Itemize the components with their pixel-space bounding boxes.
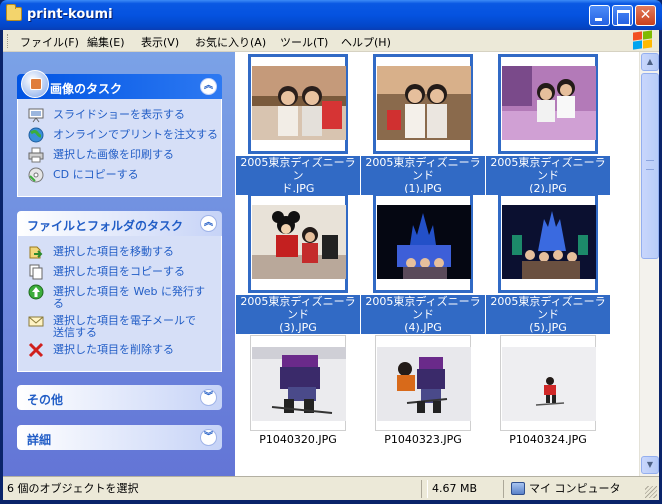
printer-icon [28, 147, 44, 163]
file-label[interactable]: 2005東京ディズニーランド (2).JPG [486, 156, 610, 195]
image-tasks-body: スライドショーを表示する オンラインでプリントを注文する 選択した画像を印刷する… [17, 99, 222, 197]
menu-view[interactable]: 表示(V) [141, 34, 179, 50]
menu-edit[interactable]: 編集(E) [87, 34, 125, 50]
close-button[interactable]: ✕ [635, 5, 656, 26]
image-tasks-header[interactable]: 画像のタスク ︽ [17, 70, 222, 99]
expand-icon[interactable]: ︾ [200, 389, 217, 406]
file-label[interactable]: 2005東京ディズニーランド (4).JPG [361, 295, 485, 334]
picture-tasks-icon [21, 70, 49, 98]
menu-tools[interactable]: ツール(T) [280, 34, 328, 50]
thumbnail[interactable] [373, 54, 473, 154]
file-label[interactable]: P1040323.JPG [361, 433, 485, 446]
publish-web-icon [28, 284, 44, 300]
title-bar[interactable]: print-koumi ✕ [0, 0, 662, 30]
scroll-thumb[interactable] [641, 73, 659, 259]
scroll-down-button[interactable]: ▼ [641, 456, 659, 474]
expand-icon[interactable]: ︾ [200, 429, 217, 446]
menu-grip[interactable] [7, 34, 10, 48]
my-computer-icon [511, 482, 525, 495]
thumbnail[interactable] [248, 193, 348, 293]
maximize-button[interactable] [612, 5, 633, 26]
file-tasks-header[interactable]: ファイルとフォルダのタスク ︽ [17, 211, 222, 236]
status-bar: 6 個のオブジェクトを選択 4.67 MB マイ コンピュータ [3, 476, 659, 500]
delete-icon [28, 342, 44, 358]
globe-icon [28, 127, 44, 143]
photo-thumbnail [502, 347, 596, 421]
details-title: 詳細 [27, 433, 52, 447]
other-places-title: その他 [27, 393, 64, 407]
scroll-up-button[interactable]: ▲ [641, 53, 659, 71]
thumbnail[interactable] [500, 335, 596, 431]
vertical-scrollbar[interactable]: ▲ ▼ [639, 52, 659, 476]
photo-thumbnail [377, 205, 471, 279]
thumbnail[interactable] [498, 54, 598, 154]
windows-logo-icon [631, 30, 653, 50]
menu-file[interactable]: ファイル(F) [20, 34, 79, 50]
photo-thumbnail [252, 347, 346, 421]
photo-thumbnail [502, 66, 596, 140]
details-header[interactable]: 詳細 ︾ [17, 425, 222, 450]
file-tasks-title: ファイルとフォルダのタスク [27, 219, 184, 233]
thumbnail[interactable] [498, 193, 598, 293]
thumbnail[interactable] [373, 193, 473, 293]
folder-icon [6, 4, 22, 21]
window-title: print-koumi [27, 7, 113, 22]
menu-favorites[interactable]: お気に入り(A) [195, 34, 266, 50]
menu-help[interactable]: ヘルプ(H) [341, 34, 391, 50]
collapse-icon[interactable]: ︽ [200, 78, 217, 95]
photo-thumbnail [502, 205, 596, 279]
minimize-button[interactable] [589, 5, 610, 26]
photo-thumbnail [377, 66, 471, 140]
email-icon [28, 316, 44, 327]
file-label[interactable]: 2005東京ディズニーランド (1).JPG [361, 156, 485, 195]
status-selection: 6 個のオブジェクトを選択 [7, 482, 139, 495]
resize-grip[interactable] [645, 486, 657, 498]
cd-icon [28, 167, 44, 183]
file-view[interactable]: 2005東京ディズニーラン ド.JPG 2005東京ディズニーランド (1).JPG [235, 52, 639, 476]
file-label[interactable]: 2005東京ディズニーランド (3).JPG [236, 295, 360, 334]
menu-bar: ファイル(F) 編集(E) 表示(V) お気に入り(A) ツール(T) ヘルプ(… [3, 30, 659, 52]
thumbnail[interactable] [375, 335, 471, 431]
file-label[interactable]: 2005東京ディズニーランド (5).JPG [486, 295, 610, 334]
file-label[interactable]: 2005東京ディズニーラン ド.JPG [236, 156, 360, 195]
thumbnail[interactable] [250, 335, 346, 431]
photo-thumbnail [252, 66, 346, 140]
file-tasks-body: 選択した項目を移動する 選択した項目をコピーする 選択した項目を Web に発行… [17, 236, 222, 372]
close-icon: ✕ [639, 7, 652, 23]
photo-thumbnail [377, 347, 471, 421]
explorer-window: print-koumi ✕ ファイル(F) 編集(E) 表示(V) お気に入り(… [0, 0, 662, 504]
status-location: マイ コンピュータ [529, 482, 621, 495]
task-pane: 画像のタスク ︽ スライドショーを表示する オンラインでプリントを注文する 選択… [3, 52, 235, 476]
move-icon [29, 246, 43, 259]
file-label[interactable]: P1040320.JPG [236, 433, 360, 446]
file-label[interactable]: P1040324.JPG [486, 433, 610, 446]
image-tasks-title: 画像のタスク [50, 82, 123, 96]
other-places-header[interactable]: その他 ︾ [17, 385, 222, 410]
status-size: 4.67 MB [427, 480, 477, 498]
photo-thumbnail [252, 205, 346, 279]
copy-icon [29, 264, 43, 280]
thumbnail[interactable] [248, 54, 348, 154]
slideshow-icon [28, 108, 44, 123]
collapse-icon[interactable]: ︽ [200, 215, 217, 232]
